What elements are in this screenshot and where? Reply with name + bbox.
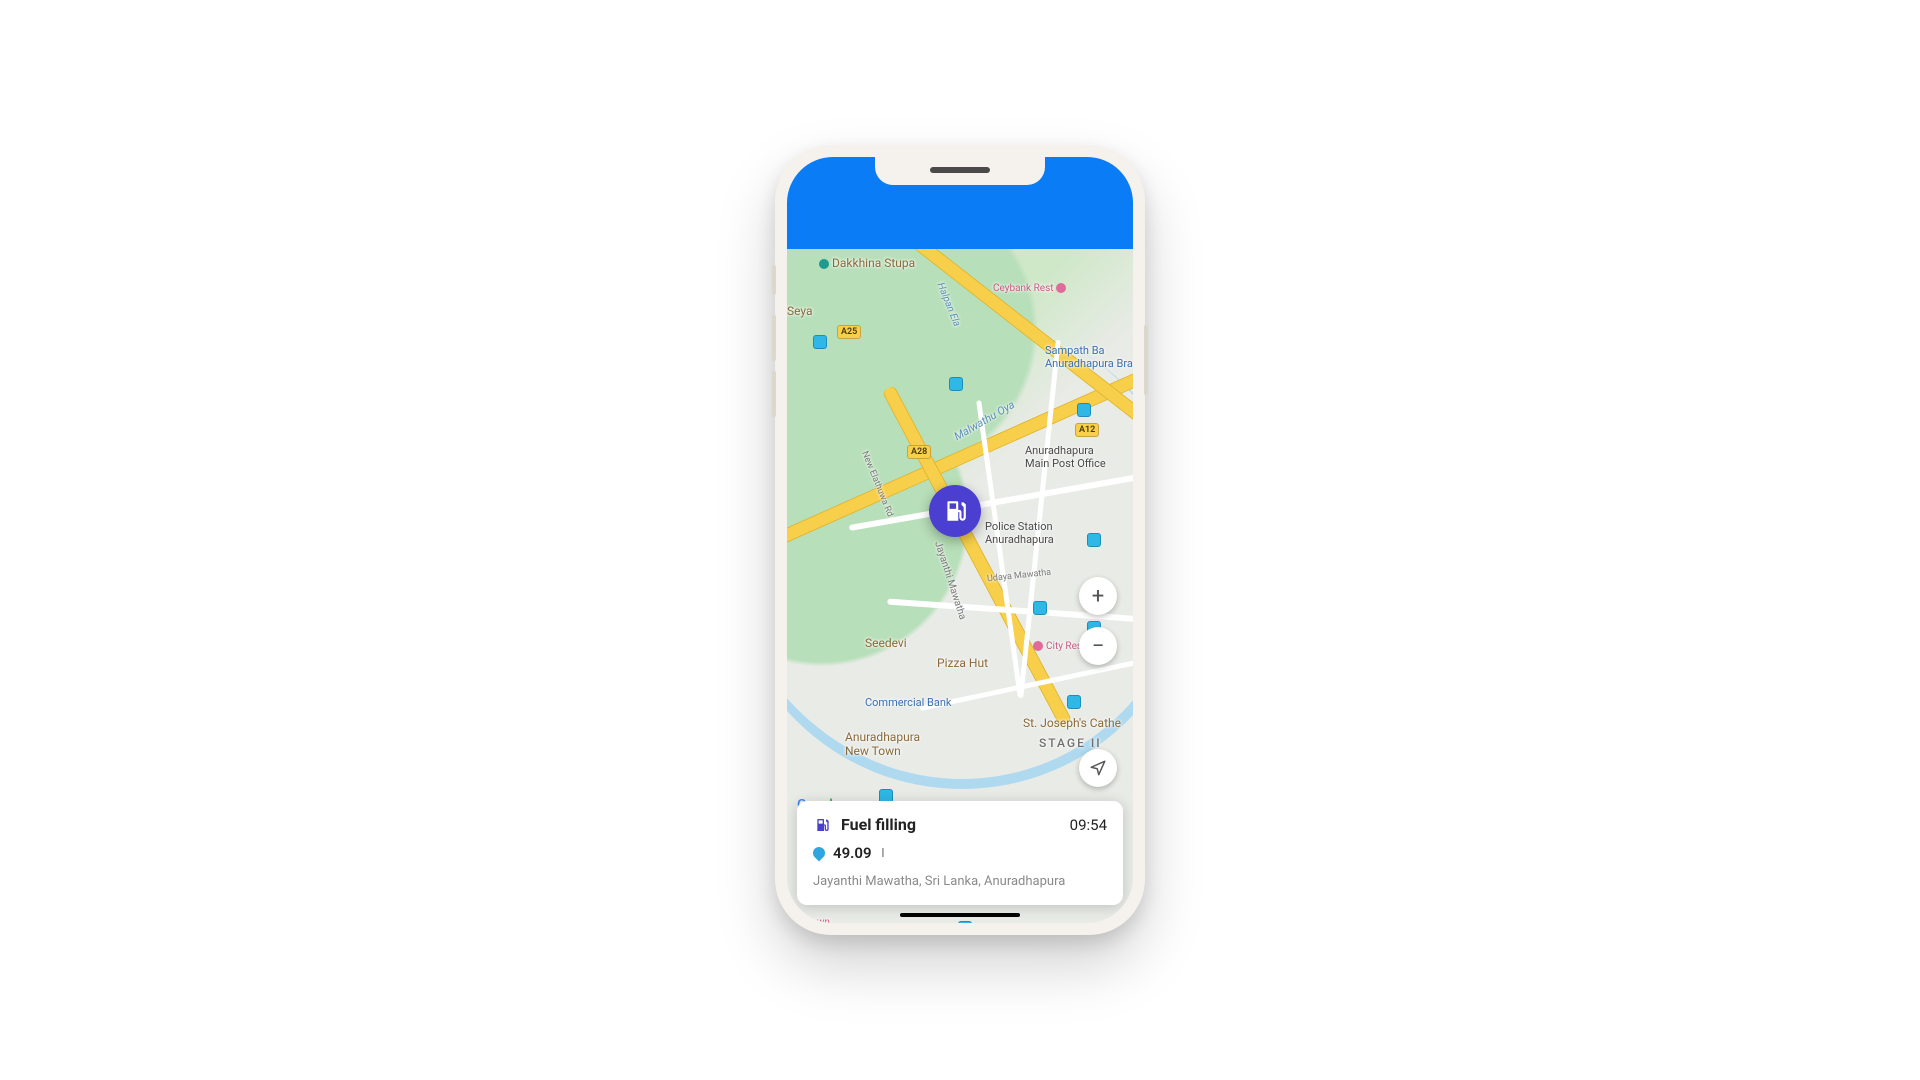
fuel-pump-icon: [813, 816, 831, 834]
road-badge-a12: A12: [1075, 423, 1099, 437]
fuel-station-marker[interactable]: [929, 485, 981, 537]
home-indicator[interactable]: [900, 913, 1020, 917]
zoom-in-button[interactable]: +: [1079, 577, 1117, 615]
plus-icon: +: [1092, 584, 1104, 609]
road-badge-a25: A25: [837, 325, 861, 339]
fuel-unit: l: [882, 846, 885, 860]
event-time: 09:54: [1070, 816, 1107, 834]
fuel-drop-icon: [811, 845, 828, 862]
fuel-pump-icon: [942, 498, 968, 524]
bus-stop-icon: [949, 377, 963, 391]
bus-stop-icon: [1033, 601, 1047, 615]
event-address: Jayanthi Mawatha, Sri Lanka, Anuradhapur…: [813, 874, 1107, 889]
zoom-out-button[interactable]: −: [1079, 627, 1117, 665]
minus-icon: −: [1092, 634, 1105, 659]
power-button: [1144, 325, 1148, 395]
locate-me-button[interactable]: [1079, 749, 1117, 787]
map-viewport[interactable]: A25 A28 A12 Dakkhina Stupa Seya Ceybank …: [787, 249, 1133, 923]
volume-down-button: [772, 371, 776, 417]
fuel-amount: 49.09: [833, 844, 872, 862]
bus-stop-icon: [813, 335, 827, 349]
location-arrow-icon: [1089, 759, 1107, 777]
bus-stop-icon: [1067, 695, 1081, 709]
phone-notch: [875, 157, 1045, 185]
bus-stop-icon: [1087, 533, 1101, 547]
event-title: Fuel filling: [841, 815, 1060, 834]
phone-screen: A25 A28 A12 Dakkhina Stupa Seya Ceybank …: [787, 157, 1133, 923]
bus-stop-icon: [958, 921, 972, 923]
volume-up-button: [772, 315, 776, 361]
event-info-card[interactable]: Fuel filling 09:54 49.09 l Jayanthi Mawa…: [797, 801, 1123, 905]
bus-stop-icon: [1077, 403, 1091, 417]
road-badge-a28: A28: [907, 445, 931, 459]
phone-frame: A25 A28 A12 Dakkhina Stupa Seya Ceybank …: [775, 145, 1145, 935]
mute-switch: [772, 265, 776, 295]
